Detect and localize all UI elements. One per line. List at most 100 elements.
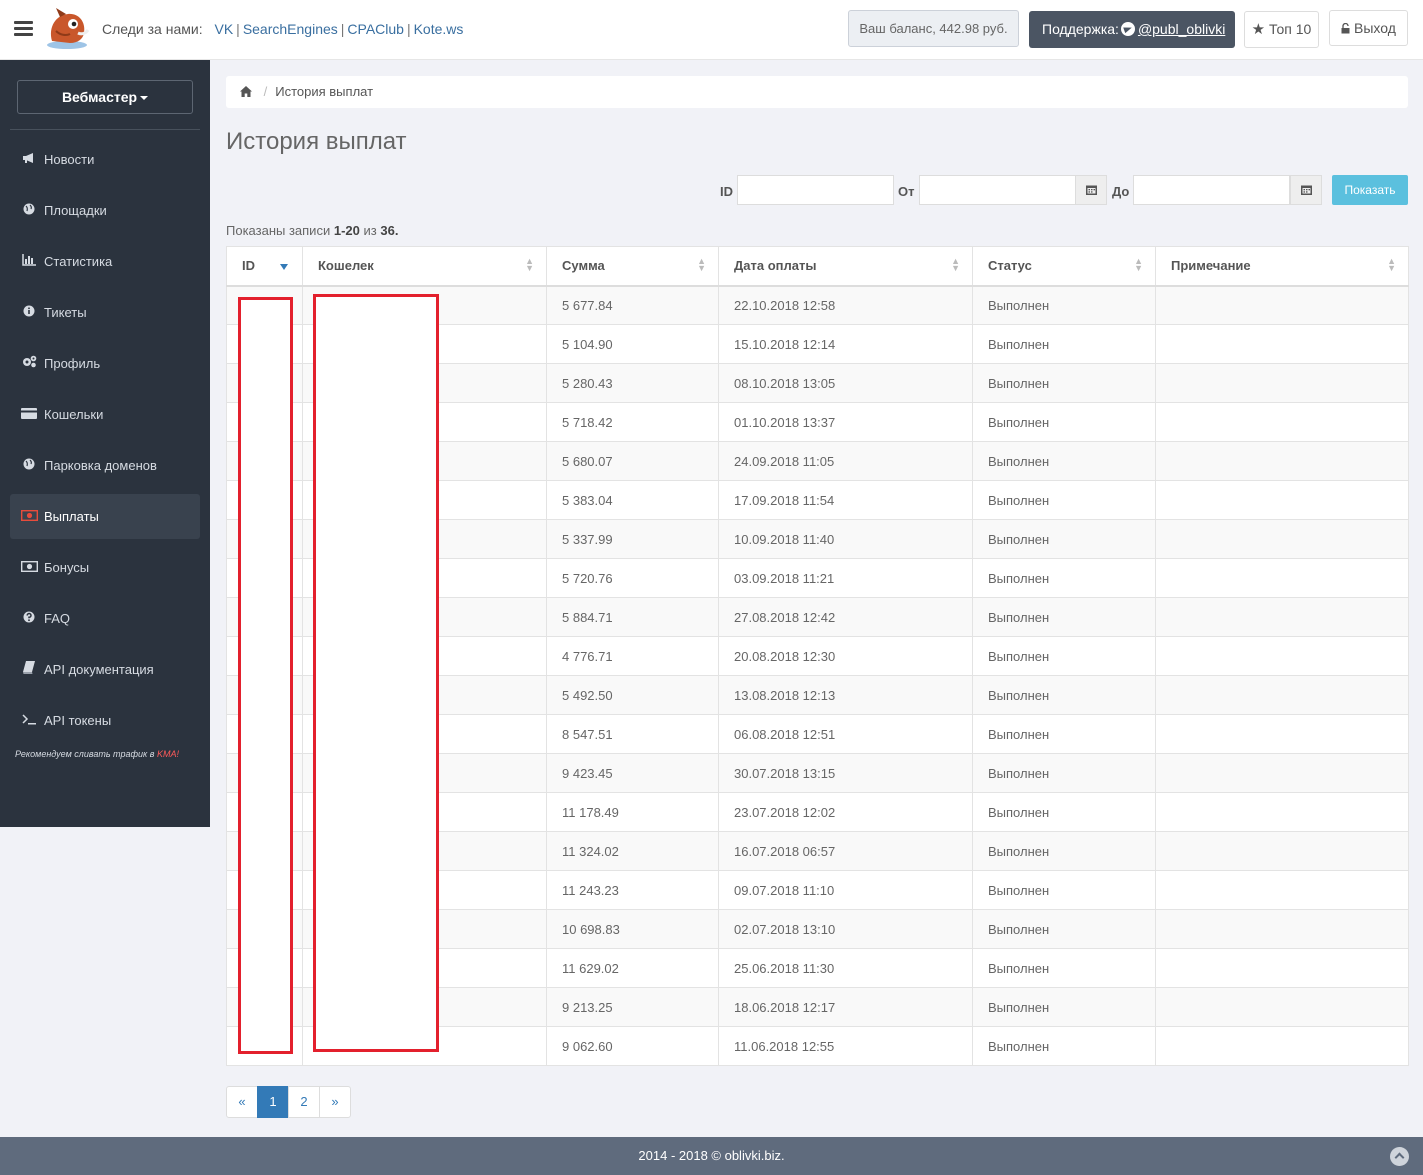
- column-header-note[interactable]: Примечание ▲ ▼: [1155, 246, 1409, 287]
- status-cell: Выполнен: [972, 792, 1156, 832]
- sidebar-item-api-tokens[interactable]: API токены: [10, 698, 200, 743]
- sidebar-item-payouts[interactable]: Выплаты: [10, 494, 200, 539]
- note-cell: [1155, 519, 1409, 559]
- sort-icon: ▲ ▼: [951, 256, 960, 273]
- promo-text: Рекомендуем сливать трафик в: [15, 749, 155, 759]
- header-label: Примечание: [1171, 258, 1251, 274]
- pagination-page-2[interactable]: 2: [288, 1086, 320, 1118]
- note-cell: [1155, 558, 1409, 598]
- sidebar-item-label: Выплаты: [44, 509, 99, 524]
- book-icon: [20, 648, 38, 693]
- home-icon[interactable]: [240, 84, 256, 99]
- kotews-link[interactable]: Kote.ws: [414, 21, 464, 37]
- top-navbar: Следи за нами: VK | SearchEngines | CPAClub |…: [0, 0, 1423, 60]
- sum-cell: 5 720.76: [546, 558, 719, 598]
- id-filter-input[interactable]: [737, 175, 894, 205]
- sum-cell: 5 884.71: [546, 597, 719, 637]
- sidebar-item-wallets[interactable]: Кошельки: [10, 392, 200, 437]
- status-cell: Выполнен: [972, 948, 1156, 988]
- note-cell: [1155, 1026, 1409, 1066]
- pagination-page-1[interactable]: 1: [257, 1086, 289, 1118]
- sum-cell: 5 383.04: [546, 480, 719, 520]
- column-header-date[interactable]: Дата оплаты ▲ ▼: [718, 246, 973, 287]
- sidebar-item-label: Бонусы: [44, 560, 90, 575]
- globe-icon: [20, 444, 38, 489]
- support-handle-link[interactable]: @publ_oblivki: [1138, 21, 1225, 37]
- role-dropdown[interactable]: Вебмастер: [17, 80, 193, 114]
- support-label: Поддержка:: [1042, 21, 1119, 37]
- date-cell: 02.07.2018 13:10: [718, 909, 973, 949]
- oblivki-logo[interactable]: [42, 5, 92, 51]
- note-cell: [1155, 441, 1409, 481]
- hamburger-menu-icon[interactable]: [14, 21, 33, 37]
- sum-cell: 5 337.99: [546, 519, 719, 559]
- header-label: ID: [242, 258, 255, 274]
- promo-link[interactable]: KMA!: [157, 749, 179, 759]
- sum-cell: 4 776.71: [546, 636, 719, 676]
- sum-cell: 11 629.02: [546, 948, 719, 988]
- scroll-top-icon[interactable]: [1390, 1147, 1409, 1166]
- show-button[interactable]: Показать: [1332, 175, 1408, 205]
- vk-link[interactable]: VK: [214, 21, 233, 37]
- sum-cell: 8 547.51: [546, 714, 719, 754]
- cogs-icon: [20, 342, 38, 387]
- sidebar-item-label: Профиль: [44, 356, 101, 371]
- to-filter-label: До: [1112, 184, 1130, 199]
- date-from-input[interactable]: [919, 175, 1076, 205]
- pagination-next[interactable]: »: [319, 1086, 351, 1118]
- pagination-prev[interactable]: «: [226, 1086, 258, 1118]
- note-cell: [1155, 831, 1409, 871]
- social-links: Следи за нами: VK | SearchEngines | CPAClub |…: [102, 21, 464, 37]
- date-cell: 13.08.2018 12:13: [718, 675, 973, 715]
- payouts-table: ID Кошелек ▲ ▼ Сумма ▲ ▼ Дата оплаты ▲ ▼ Стату…: [226, 246, 1409, 1066]
- status-cell: Выполнен: [972, 597, 1156, 637]
- date-to-input[interactable]: [1133, 175, 1290, 205]
- note-cell: [1155, 363, 1409, 403]
- sum-cell: 9 062.60: [546, 1026, 719, 1066]
- status-cell: Выполнен: [972, 831, 1156, 871]
- redaction-box-wallet: [313, 294, 439, 1052]
- bar-chart-icon: [20, 240, 38, 285]
- sidebar-item-tickets[interactable]: Тикеты: [10, 290, 200, 335]
- cpaclub-link[interactable]: CPAClub: [347, 21, 404, 37]
- sidebar-item-parking[interactable]: Парковка доменов: [10, 443, 200, 488]
- date-cell: 30.07.2018 13:15: [718, 753, 973, 793]
- note-cell: [1155, 597, 1409, 637]
- sidebar-item-news[interactable]: Новости: [10, 137, 200, 182]
- note-cell: [1155, 870, 1409, 910]
- sort-desc-icon: [280, 264, 288, 270]
- date-cell: 06.08.2018 12:51: [718, 714, 973, 754]
- globe-icon: [20, 189, 38, 234]
- sum-cell: 5 677.84: [546, 285, 719, 325]
- date-cell: 27.08.2018 12:42: [718, 597, 973, 637]
- sum-cell: 10 698.83: [546, 909, 719, 949]
- logout-button[interactable]: Выход: [1329, 10, 1408, 46]
- sum-cell: 5 280.43: [546, 363, 719, 403]
- sidebar-item-bonuses[interactable]: Бонусы: [10, 545, 200, 590]
- support-button[interactable]: Поддержка: @publ_oblivki: [1029, 11, 1235, 48]
- table-header-row: ID Кошелек ▲ ▼ Сумма ▲ ▼ Дата оплаты ▲ ▼ Стату…: [226, 246, 1409, 287]
- top10-button[interactable]: ★ Топ 10: [1244, 11, 1319, 48]
- calendar-icon[interactable]: [1290, 175, 1322, 205]
- sidebar-item-stats[interactable]: Статистика: [10, 239, 200, 284]
- column-header-status[interactable]: Статус ▲ ▼: [972, 246, 1156, 287]
- note-cell: [1155, 480, 1409, 520]
- sidebar-item-api-docs[interactable]: API документация: [10, 647, 200, 692]
- sidebar-item-faq[interactable]: FAQ: [10, 596, 200, 641]
- calendar-icon[interactable]: [1075, 175, 1107, 205]
- summary-mid: из: [363, 223, 377, 238]
- sidebar-item-label: FAQ: [44, 611, 71, 626]
- column-header-sum[interactable]: Сумма ▲ ▼: [546, 246, 719, 287]
- sidebar-item-profile[interactable]: Профиль: [10, 341, 200, 386]
- status-cell: Выполнен: [972, 636, 1156, 676]
- column-header-id[interactable]: ID: [226, 246, 303, 287]
- column-header-wallet[interactable]: Кошелек ▲ ▼: [302, 246, 547, 287]
- note-cell: [1155, 636, 1409, 676]
- sum-cell: 5 680.07: [546, 441, 719, 481]
- caret-down-icon: [140, 96, 149, 100]
- sidebar-item-label: Парковка доменов: [44, 458, 157, 473]
- sidebar-item-sites[interactable]: Площадки: [10, 188, 200, 233]
- summary-prefix: Показаны записи: [226, 223, 331, 238]
- searchengines-link[interactable]: SearchEngines: [243, 21, 338, 37]
- top10-label: Топ 10: [1269, 21, 1312, 37]
